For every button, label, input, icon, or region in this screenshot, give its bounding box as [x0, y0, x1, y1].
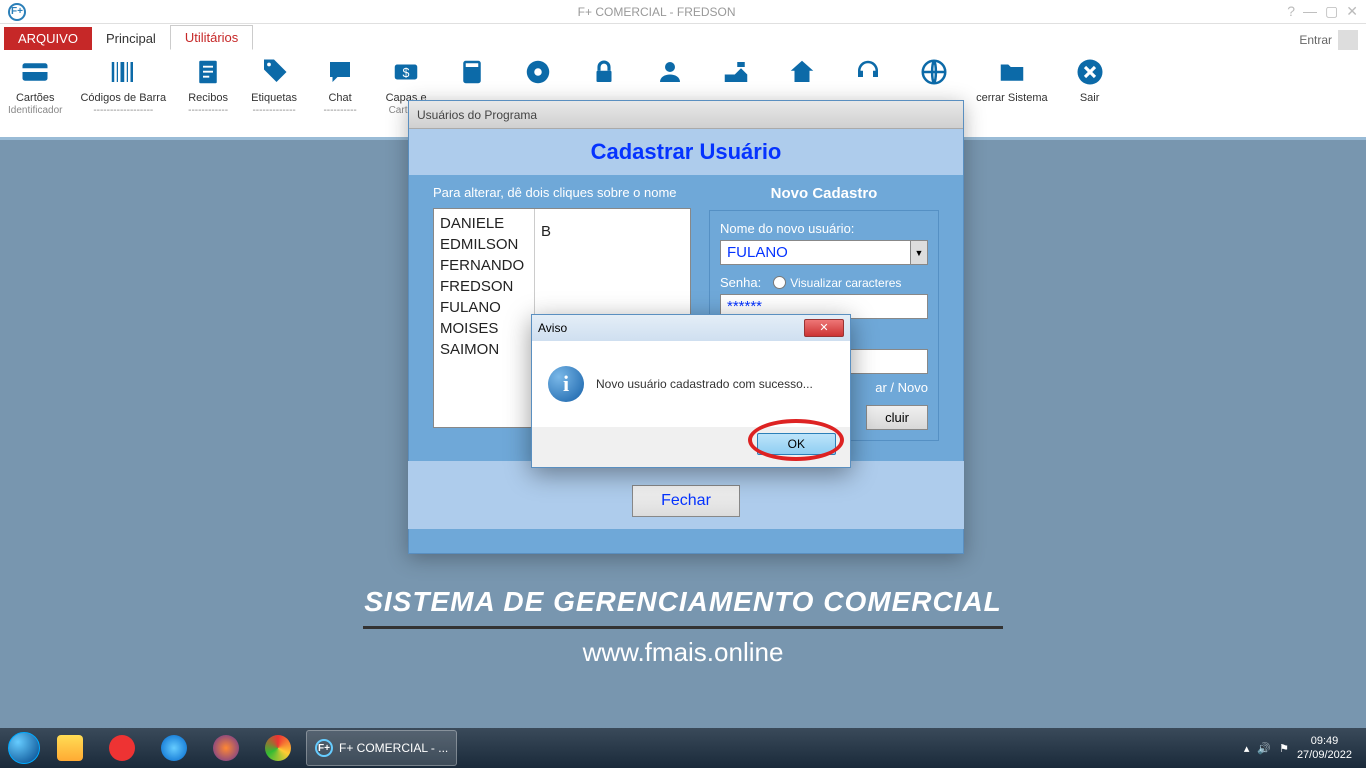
- firefox-icon: [213, 735, 239, 761]
- tab-principal[interactable]: Principal: [92, 27, 170, 50]
- list-item[interactable]: DANIELE: [438, 213, 530, 234]
- fechar-button[interactable]: Fechar: [632, 485, 740, 517]
- user-icon: [652, 54, 688, 90]
- tool-cartoes[interactable]: Cartões Identificador: [8, 54, 62, 116]
- card-icon: [17, 54, 53, 90]
- start-button[interactable]: [4, 730, 44, 766]
- tray-volume-icon[interactable]: 🔊: [1257, 742, 1271, 755]
- maximize-icon[interactable]: ▢: [1325, 3, 1338, 20]
- exit-icon: [1072, 54, 1108, 90]
- aviso-close-button[interactable]: ✕: [804, 319, 844, 337]
- minimize-icon[interactable]: —: [1303, 3, 1317, 20]
- tool-web[interactable]: [910, 54, 958, 92]
- tool-user[interactable]: [646, 54, 694, 92]
- barcode-icon: [105, 54, 141, 90]
- task-firefox[interactable]: [202, 730, 250, 766]
- task-opera[interactable]: [98, 730, 146, 766]
- lock-icon: [586, 54, 622, 90]
- tool-codigos-barra[interactable]: Códigos de Barra ------------------: [80, 54, 166, 116]
- tool-etiquetas[interactable]: Etiquetas -------------: [250, 54, 298, 116]
- task-fcomercial[interactable]: F+ F+ COMERCIAL - ...: [306, 730, 457, 766]
- novo-cadastro-header: Novo Cadastro: [709, 185, 939, 202]
- nome-label: Nome do novo usuário:: [720, 221, 928, 236]
- list-item[interactable]: MOISES: [438, 318, 530, 339]
- app-icon: F+: [315, 739, 333, 757]
- visualizar-radio[interactable]: Visualizar caracteres: [773, 276, 901, 290]
- window-titlebar: F+ F+ COMERCIAL - FREDSON ? — ▢ ✕: [0, 0, 1366, 24]
- tool-home[interactable]: [778, 54, 826, 92]
- info-icon: i: [548, 366, 584, 402]
- globe-icon: [916, 54, 952, 90]
- ribbon-tabs: ARQUIVO Principal Utilitários Entrar: [0, 24, 1366, 50]
- list-item-col2: B: [539, 221, 686, 242]
- excluir-button[interactable]: cluir: [866, 405, 928, 430]
- chat-icon: [322, 54, 358, 90]
- tray-flag-icon[interactable]: ⚑: [1279, 742, 1289, 755]
- senha-label: Senha:: [720, 275, 761, 290]
- tab-arquivo[interactable]: ARQUIVO: [4, 27, 92, 50]
- receipt-icon: [190, 54, 226, 90]
- windows-icon: [8, 732, 40, 764]
- tool-calc[interactable]: [448, 54, 496, 92]
- tool-support[interactable]: [844, 54, 892, 92]
- brand-url: www.fmais.online: [363, 637, 1003, 668]
- tool-chat[interactable]: Chat ----------: [316, 54, 364, 116]
- list-item[interactable]: FULANO: [438, 297, 530, 318]
- aviso-dialog: Aviso ✕ i Novo usuário cadastrado com su…: [531, 314, 851, 468]
- home-icon: [784, 54, 820, 90]
- window-title: F+ COMERCIAL - FREDSON: [26, 5, 1287, 19]
- help-icon[interactable]: ?: [1287, 3, 1295, 20]
- chrome-icon: [265, 735, 291, 761]
- list-item[interactable]: SAIMON: [438, 339, 530, 360]
- list-item[interactable]: FERNANDO: [438, 255, 530, 276]
- task-explorer[interactable]: [46, 730, 94, 766]
- tray-chevron-icon[interactable]: ▴: [1244, 742, 1250, 755]
- combo-dropdown-icon[interactable]: ▼: [910, 240, 928, 265]
- tag-icon: [256, 54, 292, 90]
- calculator-icon: [454, 54, 490, 90]
- list-item-col2: [539, 254, 686, 258]
- task-ie[interactable]: [150, 730, 198, 766]
- aviso-titlebar[interactable]: Aviso ✕: [532, 315, 850, 341]
- entrar-link[interactable]: Entrar: [1299, 33, 1332, 47]
- tool-lock[interactable]: [580, 54, 628, 92]
- taskbar: F+ F+ COMERCIAL - ... ▴ 🔊 ⚑ 09:49 27/09/…: [0, 728, 1366, 768]
- list-item[interactable]: EDMILSON: [438, 234, 530, 255]
- tray-clock[interactable]: 09:49 27/09/2022: [1297, 734, 1352, 763]
- brand-title: SISTEMA DE GERENCIAMENTO COMERCIAL: [363, 586, 1003, 618]
- opera-icon: [109, 735, 135, 761]
- aviso-message: Novo usuário cadastrado com sucesso...: [596, 377, 813, 391]
- list-hint: Para alterar, dê dois cliques sobre o no…: [433, 185, 691, 200]
- tab-utilitarios[interactable]: Utilitários: [170, 25, 253, 50]
- dialog-titlebar[interactable]: Usuários do Programa: [409, 101, 963, 129]
- headset-icon: [850, 54, 886, 90]
- folder-icon: [57, 735, 83, 761]
- app-icon: F+: [8, 3, 26, 21]
- tool-folder[interactable]: cerrar Sistema: [976, 54, 1048, 105]
- ok-button[interactable]: OK: [757, 433, 836, 455]
- task-chrome[interactable]: [254, 730, 302, 766]
- svg-text:$: $: [403, 66, 410, 80]
- ie-icon: [161, 735, 187, 761]
- gear-icon: [520, 54, 556, 90]
- list-item[interactable]: FREDSON: [438, 276, 530, 297]
- nome-input[interactable]: [720, 240, 928, 265]
- tool-settings[interactable]: [514, 54, 562, 92]
- folder-icon: [994, 54, 1030, 90]
- tool-sair[interactable]: Sair: [1066, 54, 1114, 105]
- tool-recibos[interactable]: Recibos ------------: [184, 54, 232, 116]
- tool-payment[interactable]: [712, 54, 760, 92]
- brand-divider: [363, 626, 1003, 629]
- hand-money-icon: [718, 54, 754, 90]
- money-card-icon: $: [388, 54, 424, 90]
- dialog-header: Cadastrar Usuário: [409, 129, 963, 175]
- close-icon[interactable]: ✕: [1346, 3, 1358, 20]
- avatar[interactable]: [1338, 30, 1358, 50]
